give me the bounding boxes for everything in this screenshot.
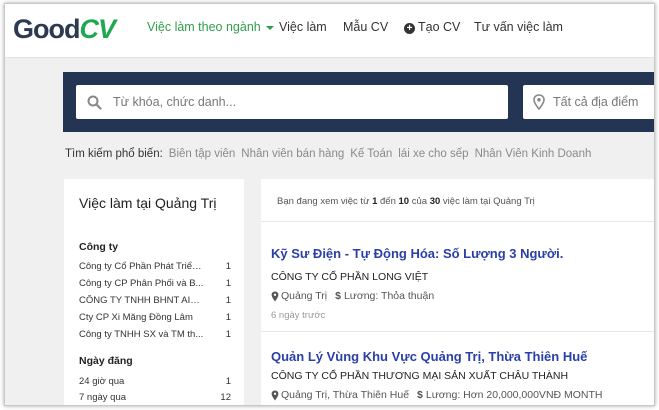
- company-filter-item[interactable]: Công ty CP Phân Phối và B... 1: [79, 278, 231, 289]
- results-mid2: của: [411, 196, 428, 207]
- popular-tag[interactable]: Nhân Viên Kinh Doanh: [475, 148, 592, 160]
- results-total: 30: [429, 196, 441, 207]
- map-pin-icon: [271, 390, 279, 400]
- company-filter-name: Cty CP Xi Măng Đồng Lâm: [79, 312, 193, 323]
- date-filter-count: 12: [220, 392, 231, 403]
- plus-circle-icon: +: [404, 23, 415, 34]
- chevron-down-icon: [265, 25, 274, 30]
- popular-tag[interactable]: Kế Toán: [350, 148, 392, 160]
- job-divider: [261, 331, 654, 332]
- results-mid1: đến: [380, 196, 396, 207]
- logo-text-good: Good: [13, 13, 80, 44]
- date-filter-item[interactable]: 7 ngày qua 12: [79, 392, 231, 403]
- company-filter-item[interactable]: CÔNG TY TNHH BHNT AIA ... 1: [79, 295, 231, 306]
- popular-tag[interactable]: Nhân viên bán hàng: [241, 148, 344, 160]
- results-divider: [261, 221, 654, 222]
- keyword-search-placeholder: Từ khóa, chức danh...: [113, 95, 237, 109]
- popular-tag[interactable]: lái xe cho sếp: [398, 148, 468, 160]
- sidebar-title: Việc làm tại Quảng Trị: [79, 195, 217, 211]
- search-icon: [87, 95, 102, 110]
- popular-searches: Tìm kiếm phổ biến: Biên tập viên Nhân viên…: [65, 148, 591, 160]
- job-meta: Quảng Trị, Thừa Thiên Huế $ Lương: Hơn 2…: [271, 389, 603, 401]
- company-filter-name: Công ty Cổ Phần Phát Triển...: [79, 261, 204, 272]
- company-filter-count: 1: [225, 329, 231, 340]
- date-filter-item[interactable]: 24 giờ qua 1: [79, 376, 231, 387]
- job-location: Quảng Trị: [281, 290, 328, 302]
- company-filter-count: 1: [225, 261, 231, 272]
- location-select-placeholder: Tất cả địa điểm: [553, 95, 639, 109]
- popular-tag[interactable]: Biên tập viên: [169, 148, 236, 160]
- nav-career-advice[interactable]: Tư vấn việc làm: [474, 20, 563, 34]
- filter-sidebar: Việc làm tại Quảng Trị Công ty Công ty C…: [64, 179, 244, 405]
- company-filter-count: 1: [225, 295, 231, 306]
- nav-jobs-by-industry[interactable]: Việc làm theo ngành: [147, 20, 274, 34]
- company-filter-name: Công ty TNHH SX và TM th...: [79, 329, 204, 340]
- nav-create-cv[interactable]: + Tạo CV: [404, 20, 460, 34]
- job-title-link[interactable]: Kỹ Sư Điện - Tự Động Hóa: Số Lượng 3 Ngư…: [271, 246, 563, 261]
- company-filter-count: 1: [225, 312, 231, 323]
- results-suffix: việc làm tại Quảng Trị: [442, 196, 535, 207]
- browser-frame: Good CV Việc làm theo ngành Việc làm Mẫu …: [4, 3, 655, 406]
- nav-jobs-by-industry-label: Việc làm theo ngành: [147, 20, 261, 34]
- keyword-search-input[interactable]: Từ khóa, chức danh...: [76, 85, 508, 119]
- map-pin-icon: [533, 94, 545, 110]
- company-filter-count: 1: [225, 278, 231, 289]
- search-bar: Từ khóa, chức danh... Tất cả địa điểm: [63, 72, 654, 132]
- job-company[interactable]: CÔNG TY CỔ PHẦN LONG VIỆT: [271, 271, 428, 283]
- date-filter-name: 24 giờ qua: [79, 376, 125, 387]
- logo-text-cv: CV: [79, 13, 116, 44]
- job-location: Quảng Trị, Thừa Thiên Huế: [281, 389, 410, 401]
- company-filter-item[interactable]: Công ty TNHH SX và TM th... 1: [79, 329, 231, 340]
- results-prefix: Bạn đang xem việc từ: [277, 196, 370, 207]
- company-filter-item[interactable]: Cty CP Xi Măng Đồng Lâm 1: [79, 312, 231, 323]
- company-filter-name: CÔNG TY TNHH BHNT AIA ...: [79, 295, 204, 306]
- job-results: Bạn đang xem việc từ 1 đến 10 của 30 việ…: [261, 179, 654, 405]
- job-salary: Lương: Thỏa thuận: [343, 290, 435, 302]
- company-filter-item[interactable]: Công ty Cổ Phần Phát Triển... 1: [79, 261, 231, 272]
- results-to: 10: [398, 196, 410, 207]
- nav-cv-templates[interactable]: Mẫu CV: [343, 20, 388, 34]
- top-navbar: Good CV Việc làm theo ngành Việc làm Mẫu …: [5, 4, 654, 58]
- goodcv-logo[interactable]: Good CV: [13, 13, 116, 45]
- company-filter-heading: Công ty: [79, 241, 119, 253]
- map-pin-icon: [271, 291, 279, 301]
- dollar-icon: $: [335, 290, 341, 302]
- company-filter-name: Công ty CP Phân Phối và B...: [79, 278, 204, 289]
- job-salary: Lương: Hơn 20,000,000VNĐ MONTH: [425, 389, 603, 401]
- job-posted-time: 6 ngày trước: [271, 310, 326, 321]
- results-summary: Bạn đang xem việc từ 1 đến 10 của 30 việ…: [277, 196, 535, 207]
- location-select[interactable]: Tất cả địa điểm: [523, 85, 654, 119]
- date-filter-name: 7 ngày qua: [79, 392, 127, 403]
- job-company[interactable]: CÔNG TY CỔ PHẦN THƯƠNG MẠI SẢN XUẤT CHÂU…: [271, 370, 568, 382]
- dollar-icon: $: [417, 389, 423, 401]
- job-title-link[interactable]: Quản Lý Vùng Khu Vực Quảng Trị, Thừa Thi…: [271, 349, 587, 364]
- nav-create-cv-label: Tạo CV: [418, 20, 461, 34]
- date-filter-count: 1: [225, 376, 231, 387]
- date-filter-heading: Ngày đăng: [79, 355, 133, 367]
- nav-jobs[interactable]: Việc làm: [279, 20, 327, 34]
- results-from: 1: [372, 196, 378, 207]
- popular-searches-label: Tìm kiếm phổ biến:: [65, 148, 163, 160]
- job-meta: Quảng Trị $ Lương: Thỏa thuận: [271, 290, 434, 302]
